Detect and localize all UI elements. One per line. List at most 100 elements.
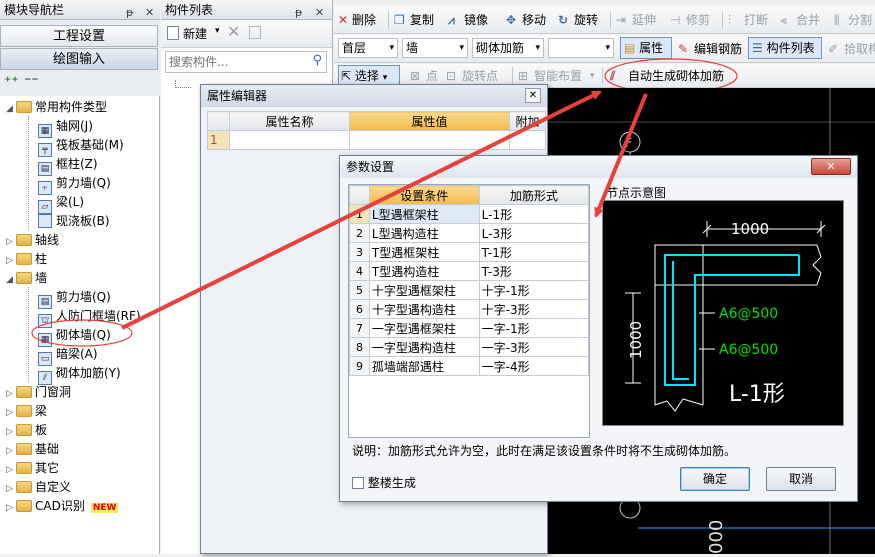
property-value-cell[interactable]	[349, 130, 510, 150]
edit-rebar-icon[interactable]: ✎	[678, 39, 688, 59]
condition-row[interactable]: 5 十字型遇框架柱 十字-1形	[349, 280, 590, 300]
rotate-point-button[interactable]: 旋转点	[462, 66, 498, 86]
collapsed-triangle-icon[interactable]: ▷	[6, 233, 16, 251]
condition-cell[interactable]: T型遇构造柱	[368, 261, 480, 281]
property-extra-cell[interactable]	[509, 130, 546, 150]
whole-building-checkbox[interactable]: 整楼生成	[352, 474, 416, 491]
project-settings-button[interactable]: 工程设置	[0, 25, 158, 47]
collapsed-triangle-icon[interactable]: ▷	[6, 480, 16, 498]
property-name-cell[interactable]	[229, 130, 350, 150]
expand-all-icon[interactable]: ⁺⁺	[4, 74, 19, 90]
extend-icon[interactable]: ⇥	[616, 10, 626, 30]
tree-folder[interactable]: ◢ 墙	[6, 269, 47, 287]
collapsed-triangle-icon[interactable]: ▷	[6, 461, 16, 479]
trim-button[interactable]: 修剪	[686, 10, 710, 30]
break-button[interactable]: 打断	[744, 10, 768, 30]
category-select[interactable]: 墙 ▾	[402, 38, 468, 58]
copy-component-icon[interactable]	[249, 26, 261, 39]
pick-button[interactable]: 拾取构	[844, 39, 875, 59]
rotate-button[interactable]: 旋转	[574, 10, 598, 30]
close-icon[interactable]: ✕	[525, 88, 541, 103]
tree-item[interactable]: ⫟ 剪力墙(Q)	[38, 174, 111, 195]
merge-icon[interactable]: ⫷	[780, 10, 787, 30]
tree-item[interactable]: ▱ 梁(L)	[38, 193, 84, 214]
smart-layout-button[interactable]: 智能布置	[534, 66, 582, 86]
collapsed-triangle-icon[interactable]: ▷	[6, 252, 16, 270]
extend-button[interactable]: 延伸	[632, 10, 656, 30]
tree-folder[interactable]: ▷ 基础	[6, 440, 59, 458]
tree-folder[interactable]: ▷ CAD识别 NEW	[6, 497, 119, 517]
type-select[interactable]: 砌体加筋 ▾	[472, 38, 544, 58]
mirror-button[interactable]: 镜像	[464, 10, 488, 30]
delete-button[interactable]: 删除	[352, 10, 376, 30]
form-cell[interactable]: T-3形	[478, 261, 590, 281]
copy-button[interactable]: 复制	[410, 10, 434, 30]
condition-row[interactable]: 1 L型遇框架柱 L-1形	[349, 204, 590, 224]
condition-cell[interactable]: L型遇构造柱	[368, 223, 480, 243]
form-cell[interactable]: 一字-1形	[478, 318, 590, 338]
tree-item[interactable]: ▤ 框柱(Z)	[38, 155, 98, 176]
point-icon[interactable]: ⊠	[410, 66, 420, 86]
tree-item[interactable]: ⫽ 砌体加筋(Y)	[38, 364, 121, 385]
new-dropdown-icon[interactable]: ▾	[215, 26, 220, 36]
component-list-button[interactable]: ☰ 构件列表	[748, 37, 822, 59]
copy-icon[interactable]: ❐	[394, 10, 405, 30]
condition-row[interactable]: 2 L型遇构造柱 L-3形	[349, 223, 590, 243]
expanded-triangle-icon[interactable]: ◢	[6, 100, 16, 118]
collapsed-triangle-icon[interactable]: ▷	[6, 442, 16, 460]
collapsed-triangle-icon[interactable]: ▷	[6, 404, 16, 422]
pick-icon[interactable]: ✐	[828, 39, 838, 59]
component-search-input[interactable]	[166, 52, 296, 72]
tree-folder[interactable]: ▷ 轴线	[6, 231, 59, 249]
cancel-button[interactable]: 取消	[766, 467, 836, 491]
tree-item[interactable]: 现浇板(B)	[38, 212, 110, 230]
condition-row[interactable]: 3 T型遇框架柱 T-1形	[349, 242, 590, 262]
collapsed-triangle-icon[interactable]: ▷	[6, 499, 16, 517]
properties-button[interactable]: ▤ 属性	[620, 37, 672, 59]
mirror-icon[interactable]: ⩘	[448, 10, 455, 30]
smart-layout-icon[interactable]: ⊞	[518, 66, 528, 86]
condition-cell[interactable]: 一字型遇构造柱	[368, 337, 480, 357]
chevron-down-icon[interactable]: ▾	[590, 66, 595, 86]
tree-folder[interactable]: ▷ 其它	[6, 459, 59, 477]
pin-icon[interactable]: ᵽ	[126, 3, 133, 23]
form-cell[interactable]: T-1形	[478, 242, 590, 262]
condition-cell[interactable]: 一字型遇框架柱	[368, 318, 480, 338]
point-button[interactable]: 点	[426, 66, 438, 86]
tree-item[interactable]: ▤ 剪力墙(Q)	[38, 288, 111, 309]
merge-button[interactable]: 合并	[796, 10, 820, 30]
component-search-box[interactable]: ⚲	[165, 51, 327, 73]
delete-icon[interactable]: ✕	[338, 10, 348, 30]
move-button[interactable]: 移动	[522, 10, 546, 30]
tree-folder[interactable]: ▷ 板	[6, 421, 47, 439]
form-cell[interactable]: 一字-4形	[478, 356, 590, 376]
checkbox-box[interactable]	[352, 477, 364, 489]
tree-folder[interactable]: ▷ 柱	[6, 250, 47, 268]
new-button[interactable]: 新建	[183, 25, 207, 42]
search-icon[interactable]: ⚲	[312, 53, 322, 68]
form-cell[interactable]: L-1形	[478, 204, 590, 224]
condition-cell[interactable]: 孤墙端部遇柱	[368, 356, 480, 376]
condition-row[interactable]: 9 孤墙端部遇柱 一字-4形	[349, 356, 590, 376]
condition-cell[interactable]: T型遇框架柱	[368, 242, 480, 262]
tree-folder[interactable]: ▷ 梁	[6, 402, 47, 420]
rotate-point-icon[interactable]: ⊡	[446, 66, 456, 86]
floor-select[interactable]: 首层 ▾	[338, 38, 398, 58]
condition-row[interactable]: 7 一字型遇框架柱 一字-1形	[349, 318, 590, 338]
tree-folder[interactable]: ◢ 常用构件类型	[6, 98, 107, 116]
expanded-triangle-icon[interactable]: ◢	[6, 271, 16, 289]
draw-input-button[interactable]: 绘图输入	[0, 48, 158, 70]
condition-cell[interactable]: 十字型遇框架柱	[368, 280, 480, 300]
split-icon[interactable]: ⫼	[834, 10, 840, 30]
tree-folder[interactable]: ▷ 自定义	[6, 478, 71, 496]
form-cell[interactable]: L-3形	[478, 223, 590, 243]
condition-row[interactable]: 4 T型遇构造柱 T-3形	[349, 261, 590, 281]
split-button[interactable]: 分割	[848, 10, 872, 30]
condition-row[interactable]: 8 一字型遇构造柱 一字-3形	[349, 337, 590, 357]
collapse-all-icon[interactable]: ⁻⁻	[24, 74, 39, 90]
element-select[interactable]: ▾	[548, 38, 614, 58]
tree-item[interactable]: ╤ 筏板基础(M)	[38, 136, 124, 157]
break-icon[interactable]: ⫶	[728, 10, 731, 30]
form-cell[interactable]: 十字-1形	[478, 280, 590, 300]
condition-cell[interactable]: L型遇框架柱	[368, 204, 480, 224]
